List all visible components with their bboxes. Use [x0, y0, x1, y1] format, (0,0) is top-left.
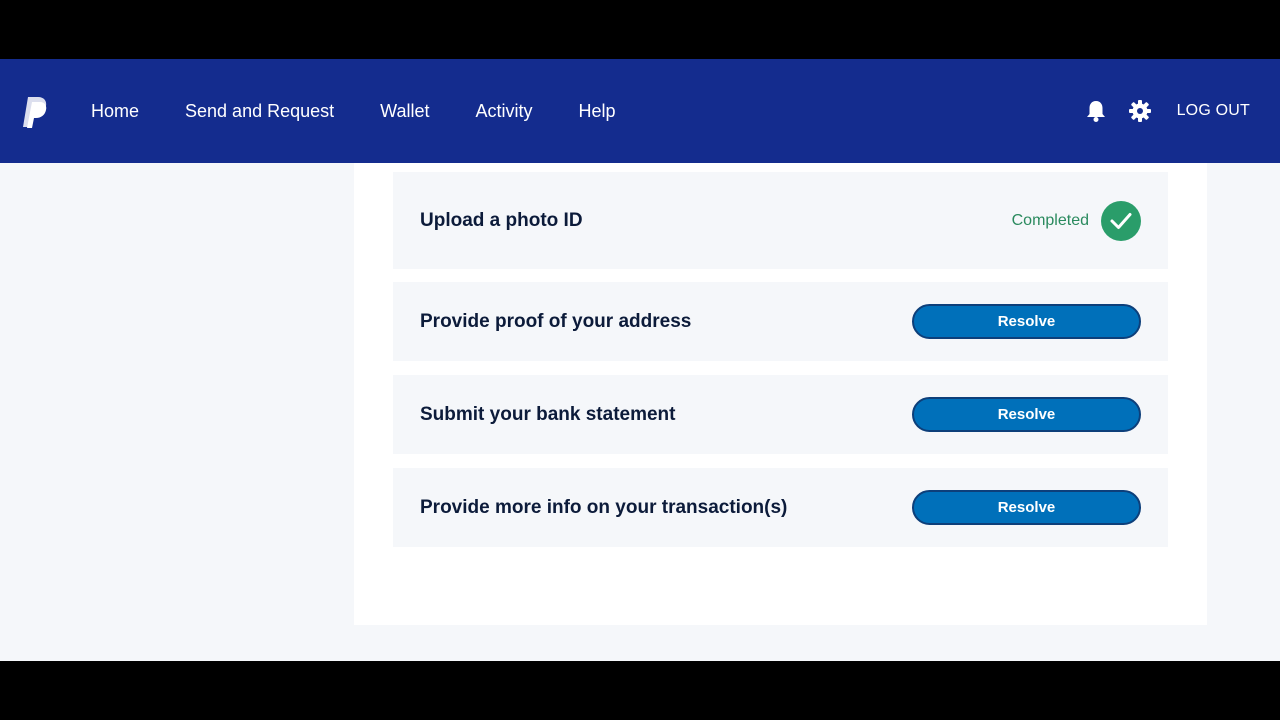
task-title: Provide proof of your address [420, 310, 692, 332]
logout-link[interactable]: LOG OUT [1177, 102, 1250, 120]
nav-home[interactable]: Home [91, 101, 139, 122]
paypal-logo[interactable] [20, 95, 50, 129]
checkmark-icon [1101, 200, 1141, 241]
task-title: Submit your bank statement [420, 403, 676, 425]
nav-actions: LOG OUT [1083, 59, 1250, 163]
letterbox-bottom [0, 661, 1280, 720]
nav-send-and-request[interactable]: Send and Request [185, 101, 334, 122]
nav-links: Home Send and Request Wallet Activity He… [91, 59, 662, 163]
page-background: Upload a photo ID Completed Provide proo… [0, 163, 1280, 661]
nav-wallet[interactable]: Wallet [380, 101, 429, 122]
task-transaction-info: Provide more info on your transaction(s)… [393, 468, 1168, 547]
task-title: Upload a photo ID [420, 209, 583, 231]
resolve-button[interactable]: Resolve [912, 490, 1141, 525]
nav-activity[interactable]: Activity [475, 101, 532, 122]
bell-icon[interactable] [1083, 98, 1109, 124]
task-bank-statement: Submit your bank statement Resolve [393, 375, 1168, 454]
letterbox-top [0, 0, 1280, 59]
resolve-button[interactable]: Resolve [912, 397, 1141, 432]
task-title: Provide more info on your transaction(s) [420, 496, 788, 518]
task-proof-of-address: Provide proof of your address Resolve [393, 282, 1168, 361]
nav-help[interactable]: Help [579, 101, 616, 122]
task-upload-photo-id: Upload a photo ID Completed [393, 172, 1168, 269]
status-text: Completed [1011, 211, 1089, 229]
resolve-button[interactable]: Resolve [912, 304, 1141, 339]
top-navbar: Home Send and Request Wallet Activity He… [0, 59, 1280, 163]
status-completed: Completed [1011, 200, 1141, 241]
tasks-card: Upload a photo ID Completed Provide proo… [354, 163, 1207, 625]
gear-icon[interactable] [1127, 98, 1153, 124]
